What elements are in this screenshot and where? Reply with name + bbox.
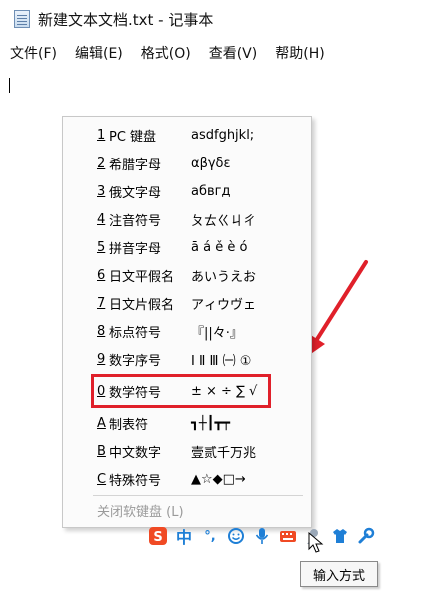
kb-item-key: 7 bbox=[97, 295, 106, 311]
kb-item-sample: абвгд bbox=[191, 183, 231, 199]
mouse-cursor-icon bbox=[308, 532, 324, 553]
kb-item-sample: 『||々·』 bbox=[191, 325, 243, 341]
chinese-mode-icon[interactable]: 中 bbox=[174, 526, 194, 547]
kb-item-label: 希腊字母 bbox=[109, 157, 162, 173]
tools-icon[interactable] bbox=[356, 526, 376, 546]
kb-item-special[interactable]: C 特殊符号 ▲☆◆□→ bbox=[63, 465, 311, 493]
kb-item-key: 2 bbox=[97, 155, 106, 171]
kb-item-sample: ▲☆◆□→ bbox=[191, 471, 246, 487]
kb-item-key: 8 bbox=[97, 323, 106, 339]
kb-item-sample: Ⅰ Ⅱ Ⅲ ㈠ ① bbox=[191, 353, 252, 369]
kb-item-label: 标点符号 bbox=[109, 325, 162, 341]
menu-separator bbox=[93, 495, 303, 496]
kb-item-sample: ㄆㄊㄍㄐㄔ bbox=[191, 213, 257, 229]
kb-item-label: 特殊符号 bbox=[109, 473, 162, 489]
svg-text:S: S bbox=[153, 530, 162, 545]
kb-item-sample: あいうえお bbox=[191, 269, 257, 285]
kb-item-key: 1 bbox=[97, 127, 106, 143]
kb-item-hiragana[interactable]: 6 日文平假名 あいうえお bbox=[63, 261, 311, 289]
emoji-icon[interactable] bbox=[226, 526, 246, 546]
kb-item-key: C bbox=[97, 471, 107, 487]
close-soft-keyboard-item[interactable]: 关闭软键盘 (L) bbox=[97, 501, 184, 520]
kb-item-key: B bbox=[97, 443, 106, 459]
soft-keyboard-menu: 1 PC 键盘 asdfghjkl; 2 希腊字母 αβγδε 3 俄文字母 а… bbox=[62, 116, 312, 528]
kb-item-label: 俄文字母 bbox=[109, 185, 162, 201]
kb-item-key: 4 bbox=[97, 211, 106, 227]
kb-item-punctuation[interactable]: 8 标点符号 『||々·』 bbox=[63, 317, 311, 345]
kb-item-sample: 壹贰千万兆 bbox=[191, 445, 257, 461]
kb-item-greek[interactable]: 2 希腊字母 αβγδε bbox=[63, 149, 311, 177]
kb-item-sample: アィウヴェ bbox=[191, 297, 257, 313]
kb-item-sample: αβγδε bbox=[191, 155, 231, 171]
kb-item-sample: ┓┼┃┳┯ bbox=[191, 415, 231, 431]
kb-item-label: 日文片假名 bbox=[109, 297, 175, 313]
kb-item-zhuyin[interactable]: 4 注音符号 ㄆㄊㄍㄐㄔ bbox=[63, 205, 311, 233]
kb-item-chinese-numerals[interactable]: B 中文数字 壹贰千万兆 bbox=[63, 437, 311, 465]
kb-item-key: A bbox=[97, 415, 106, 431]
kb-item-label: 制表符 bbox=[109, 417, 149, 433]
kb-item-pc[interactable]: 1 PC 键盘 asdfghjkl; bbox=[63, 121, 311, 149]
kb-item-katakana[interactable]: 7 日文片假名 アィウヴェ bbox=[63, 289, 311, 317]
kb-item-sample: ā á ě è ó bbox=[191, 239, 248, 255]
skin-icon[interactable] bbox=[330, 526, 350, 546]
kb-item-label: 日文平假名 bbox=[109, 269, 175, 285]
kb-item-label: 注音符号 bbox=[109, 213, 162, 229]
kb-item-label: PC 键盘 bbox=[109, 129, 157, 145]
keyboard-icon[interactable] bbox=[278, 526, 298, 546]
kb-item-key: 3 bbox=[97, 183, 106, 199]
kb-item-label: 拼音字母 bbox=[109, 241, 162, 257]
ime-toolbar: S 中 °, bbox=[148, 522, 412, 550]
sogou-logo-icon[interactable]: S bbox=[148, 526, 168, 546]
kb-item-label: 数字序号 bbox=[109, 353, 162, 369]
kb-item-key: 9 bbox=[97, 351, 106, 367]
kb-item-key: 6 bbox=[97, 267, 106, 283]
microphone-icon[interactable] bbox=[252, 526, 272, 546]
tooltip: 输入方式 bbox=[300, 561, 378, 587]
punctuation-icon[interactable]: °, bbox=[200, 526, 220, 546]
kb-item-numbering[interactable]: 9 数字序号 Ⅰ Ⅱ Ⅲ ㈠ ① bbox=[63, 345, 311, 373]
kb-item-russian[interactable]: 3 俄文字母 абвгд bbox=[63, 177, 311, 205]
kb-item-sample: asdfghjkl; bbox=[191, 127, 255, 143]
kb-item-key: 5 bbox=[97, 239, 106, 255]
kb-item-label: 中文数字 bbox=[109, 445, 162, 461]
kb-item-pinyin[interactable]: 5 拼音字母 ā á ě è ó bbox=[63, 233, 311, 261]
kb-item-table[interactable]: A 制表符 ┓┼┃┳┯ bbox=[63, 409, 311, 437]
math-symbols-highlight-box bbox=[91, 374, 271, 408]
